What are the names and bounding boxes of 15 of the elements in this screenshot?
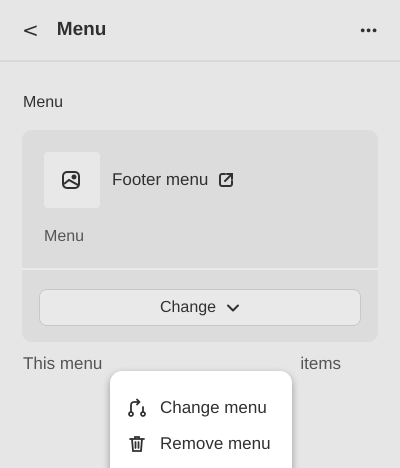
image-icon (61, 170, 81, 190)
section-label: Menu (23, 94, 64, 112)
external-link-icon[interactable] (218, 172, 234, 188)
trash-icon (127, 434, 147, 454)
menu-name-link[interactable]: Footer menu (112, 170, 208, 190)
menu-type: Menu (44, 228, 86, 246)
change-button[interactable]: Change (39, 289, 361, 326)
page-title: Menu (56, 19, 108, 41)
swap-icon (127, 398, 147, 418)
back-button[interactable]: < (22, 18, 39, 42)
more-button[interactable]: ••• (360, 22, 378, 38)
menu-item[interactable]: Remove menu (127, 434, 275, 454)
help-text: items (300, 354, 341, 374)
help-text: This menu (23, 354, 102, 374)
menu-item[interactable]: Change menu (127, 398, 275, 418)
